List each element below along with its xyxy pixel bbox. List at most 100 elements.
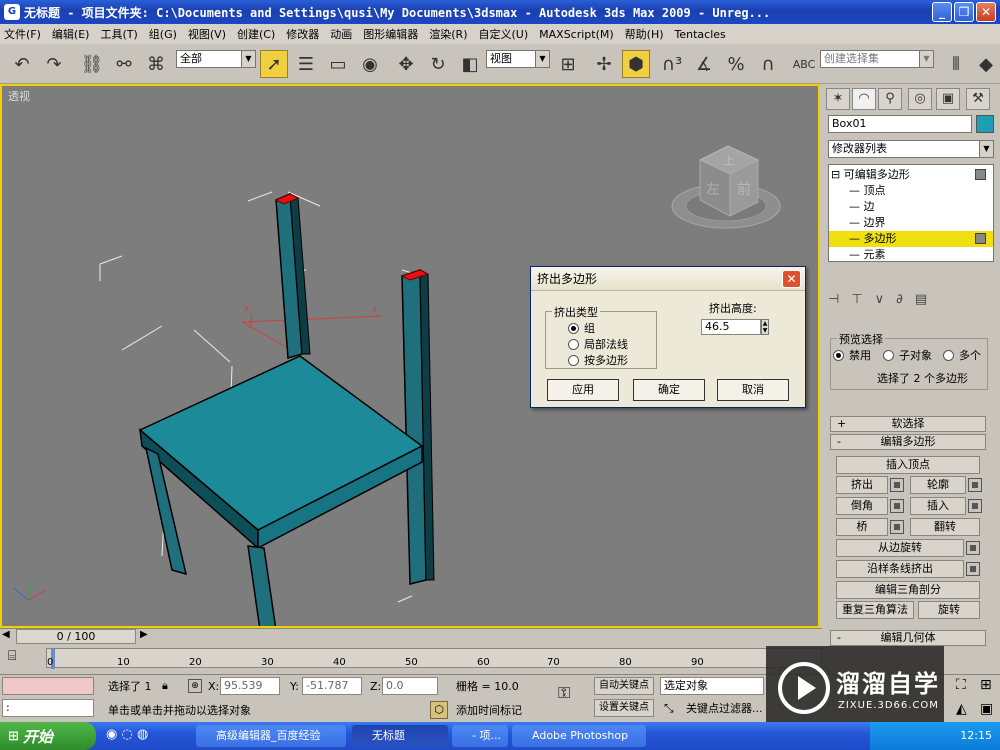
stack-tools-icons[interactable]: ⊣⊤∨∂▤ xyxy=(828,292,994,310)
outline-settings-icon[interactable] xyxy=(968,478,982,492)
unlink-icon[interactable]: ⚯ xyxy=(110,50,138,78)
key-icon[interactable]: ⚿ xyxy=(558,683,570,703)
default-in-out-tangent-icon[interactable]: ⤡ xyxy=(664,701,674,716)
bind-space-warp-icon[interactable]: ⌘ xyxy=(142,50,170,78)
menu-help[interactable]: 帮助(H) xyxy=(625,26,664,42)
minimize-button[interactable]: _ xyxy=(932,2,952,22)
keyboard-shortcut-override-icon[interactable]: ⬢ xyxy=(622,50,650,78)
motion-tab-icon[interactable]: ◎ xyxy=(908,88,932,110)
clock[interactable]: 12:15 xyxy=(960,729,992,742)
key-filters-button[interactable]: 关键点过滤器... xyxy=(686,701,763,717)
lock-icon[interactable]: 🔒︎ xyxy=(162,679,168,693)
angle-snap-icon[interactable]: ∡ xyxy=(690,50,718,78)
hinge-from-edge-button[interactable]: 从边旋转 xyxy=(836,539,964,557)
bevel-settings-icon[interactable] xyxy=(890,499,904,513)
apply-button[interactable]: 应用 xyxy=(547,379,619,401)
prev-frame-icon[interactable]: ◀ xyxy=(2,629,10,640)
edit-named-selection-icon[interactable]: ABC xyxy=(790,50,818,78)
bridge-button[interactable]: 桥 xyxy=(836,518,888,536)
inset-button[interactable]: 插入 xyxy=(910,497,966,515)
auto-key-button[interactable]: 自动关键点 xyxy=(594,677,654,695)
stack-item-polygon[interactable]: — 多边形 xyxy=(829,231,993,247)
extrusion-height-input[interactable]: 46.5 xyxy=(701,319,761,335)
menu-edit[interactable]: 编辑(E) xyxy=(52,26,90,42)
menu-create[interactable]: 创建(C) xyxy=(237,26,275,42)
start-button[interactable]: ⊞ 开始 xyxy=(0,722,96,750)
preview-subobject-radio[interactable]: 子对象 xyxy=(883,347,932,363)
time-slider[interactable]: 0 / 100 ◀ ▶ xyxy=(0,628,822,644)
hinge-settings-icon[interactable] xyxy=(966,541,980,555)
radio-group[interactable]: 组 xyxy=(568,320,595,336)
object-color-swatch[interactable] xyxy=(976,115,994,133)
viewcube-icon[interactable]: 上 左 前 xyxy=(671,145,781,229)
inset-settings-icon[interactable] xyxy=(968,499,982,513)
undo-icon[interactable]: ↶ xyxy=(8,50,36,78)
edit-triangulation-button[interactable]: 编辑三角剖分 xyxy=(836,581,980,599)
curve-editor-icon[interactable]: ⌸ xyxy=(8,648,16,664)
menu-tools[interactable]: 工具(T) xyxy=(100,26,137,42)
named-selection-dropdown[interactable]: 创建选择集 ▼ xyxy=(820,50,934,68)
percent-snap-icon[interactable]: % xyxy=(722,50,750,78)
menu-maxscript[interactable]: MAXScript(M) xyxy=(539,28,614,41)
task-project[interactable]: - 项... xyxy=(452,725,508,747)
bevel-button[interactable]: 倒角 xyxy=(836,497,888,515)
stack-item-vertex[interactable]: — 顶点 xyxy=(849,183,886,199)
x-coordinate-field[interactable]: 95.539 xyxy=(220,677,280,695)
stack-item-border[interactable]: — 边界 xyxy=(849,215,886,231)
menu-graph-editors[interactable]: 图形编辑器 xyxy=(363,26,418,42)
bridge-settings-icon[interactable] xyxy=(890,520,904,534)
zoom-all-icon[interactable]: ⊞ xyxy=(980,677,992,693)
menu-customize[interactable]: 自定义(U) xyxy=(479,26,529,42)
chair-model[interactable] xyxy=(138,192,435,626)
stack-toggle-icon[interactable] xyxy=(975,169,986,180)
edit-geometry-rollout[interactable]: - 编辑几何体 xyxy=(830,630,986,646)
task-3dsmax[interactable]: 无标题 xyxy=(352,725,448,747)
radio-by-polygon[interactable]: 按多边形 xyxy=(568,352,628,368)
select-object-icon[interactable]: ➚ xyxy=(260,50,288,78)
hierarchy-tab-icon[interactable]: ⚲ xyxy=(878,88,902,110)
menu-rendering[interactable]: 渲染(R) xyxy=(429,26,467,42)
task-browser[interactable]: 高级编辑器_百度经验 xyxy=(196,725,346,747)
z-coordinate-field[interactable]: 0.0 xyxy=(382,677,438,695)
extrude-settings-icon[interactable] xyxy=(890,478,904,492)
key-filter-selection-dropdown[interactable]: 选定对象 xyxy=(660,677,764,695)
window-crossing-icon[interactable]: ◉ xyxy=(356,50,384,78)
menu-animation[interactable]: 动画 xyxy=(330,26,352,42)
maximize-button[interactable]: ❐ xyxy=(954,2,974,22)
rotate-icon[interactable]: ↻ xyxy=(424,50,452,78)
flip-button[interactable]: 翻转 xyxy=(910,518,980,536)
align-icon[interactable]: ◆ xyxy=(972,50,1000,78)
link-icon[interactable]: ⛓ xyxy=(78,50,106,78)
radio-local-normal[interactable]: 局部法线 xyxy=(568,336,628,352)
next-frame-icon[interactable]: ▶ xyxy=(140,629,148,640)
modify-tab-icon[interactable]: ◠ xyxy=(852,88,876,110)
select-manipulate-icon[interactable]: ✢ xyxy=(590,50,618,78)
display-tab-icon[interactable]: ▣ xyxy=(936,88,960,110)
create-tab-icon[interactable]: ✶ xyxy=(826,88,850,110)
stack-item-element[interactable]: — 元素 xyxy=(849,247,886,263)
rectangular-selection-icon[interactable]: ▭ xyxy=(324,50,352,78)
task-photoshop[interactable]: Adobe Photoshop xyxy=(512,725,646,747)
timeline-ruler[interactable]: 0 10 20 30 40 50 60 70 80 90 xyxy=(46,648,822,669)
edit-polygons-rollout[interactable]: - 编辑多边形 xyxy=(830,434,986,450)
menu-file[interactable]: 文件(F) xyxy=(4,26,41,42)
quick-launch-icons[interactable]: ◉ ◌ ◍ xyxy=(106,727,148,742)
outline-button[interactable]: 轮廓 xyxy=(910,476,966,494)
absolute-mode-icon[interactable]: ⊕ xyxy=(188,679,202,693)
utilities-tab-icon[interactable]: ⚒ xyxy=(966,88,990,110)
spinner-arrows-icon[interactable]: ▲ ▼ xyxy=(761,319,769,335)
modifier-list-dropdown[interactable]: 修改器列表 ▼ xyxy=(828,140,994,158)
maxscript-mini-listener[interactable]: : xyxy=(2,699,94,717)
spinner-snap-icon[interactable]: ∩ xyxy=(754,50,782,78)
menu-group[interactable]: 组(G) xyxy=(149,26,177,42)
add-time-tag[interactable]: 添加时间标记 xyxy=(456,703,522,719)
menu-modifiers[interactable]: 修改器 xyxy=(286,26,319,42)
turn-button[interactable]: 旋转 xyxy=(918,601,980,619)
scale-icon[interactable]: ◧ xyxy=(456,50,484,78)
snaps-toggle-icon[interactable]: ∩³ xyxy=(658,50,686,78)
soft-selection-rollout[interactable]: + 软选择 xyxy=(830,416,986,432)
maxscript-listener-field[interactable] xyxy=(2,677,94,695)
time-slider-thumb[interactable]: 0 / 100 xyxy=(16,629,136,644)
close-button[interactable]: ✕ xyxy=(976,2,996,22)
insert-vertex-button[interactable]: 插入顶点 xyxy=(836,456,980,474)
